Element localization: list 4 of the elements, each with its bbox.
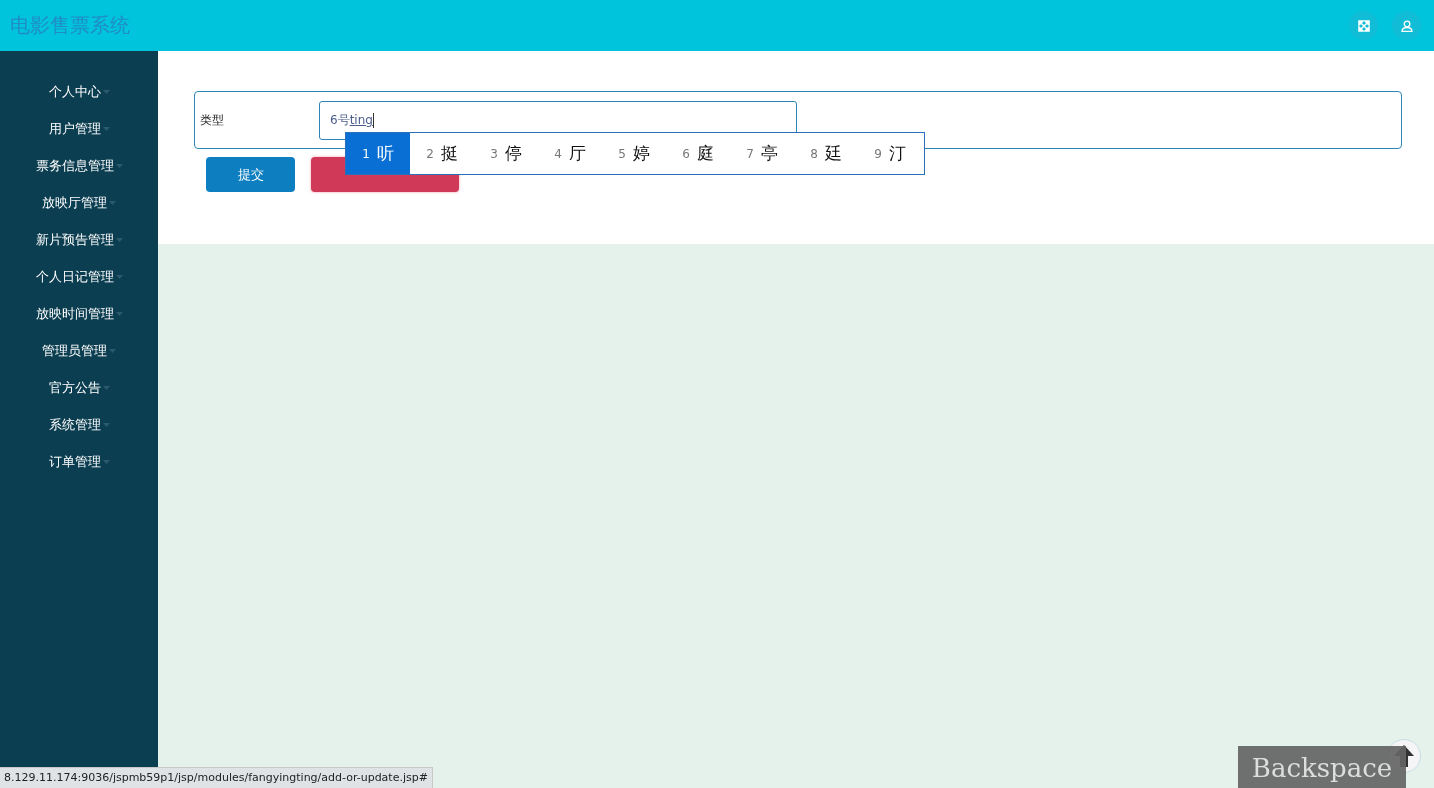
app-title: 电影售票系统 xyxy=(10,12,130,39)
key-overlay: Backspace xyxy=(1238,746,1406,788)
field-label: 类型 xyxy=(200,111,225,129)
status-url: 8.129.11.174:9036/jspmb59p1/jsp/modules/fangyingting/add-or-update.jsp# xyxy=(0,767,433,788)
